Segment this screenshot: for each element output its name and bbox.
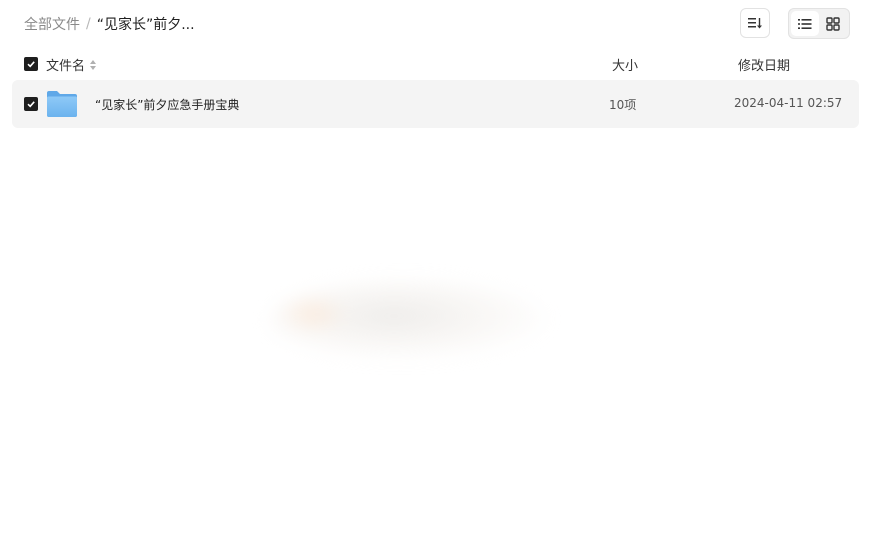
file-date: 2024-04-11 02:57 [734,96,843,110]
list-view-button[interactable] [791,11,819,36]
breadcrumb-current: “见家长”前夕... [96,17,195,33]
list-view-icon [798,18,812,29]
breadcrumb-separator: / [86,16,91,32]
folder-icon [47,91,77,117]
check-icon [27,101,35,108]
column-header-date[interactable]: 修改日期 [738,55,790,74]
table-row[interactable]: “见家长”前夕应急手册宝典 10项 2024-04-11 02:57 [12,80,859,128]
check-icon [27,61,35,68]
column-header-size[interactable]: 大小 [612,55,638,74]
sort-button[interactable] [740,8,770,38]
file-name[interactable]: “见家长”前夕应急手册宝典 [95,96,239,113]
sort-lines-icon [748,18,762,29]
row-checkbox[interactable] [24,97,38,111]
file-browser: 全部文件 / “见家长”前夕... 文件名 大小 修改日期 “见家长”前夕应急手… [0,0,874,538]
column-header-name-label: 文件名 [46,59,86,74]
breadcrumb: 全部文件 / “见家长”前夕... [24,14,195,34]
select-all-checkbox[interactable] [24,57,38,71]
grid-view-icon [826,16,840,31]
file-size: 10项 [609,98,637,112]
table-header: 文件名 大小 修改日期 [0,50,874,78]
grid-view-button[interactable] [819,11,847,36]
breadcrumb-root[interactable]: 全部文件 [24,14,80,34]
sort-updown-icon[interactable] [89,59,97,71]
view-toggle [788,8,850,39]
loading-placeholder [268,280,548,360]
column-header-name[interactable]: 文件名 [46,55,97,74]
